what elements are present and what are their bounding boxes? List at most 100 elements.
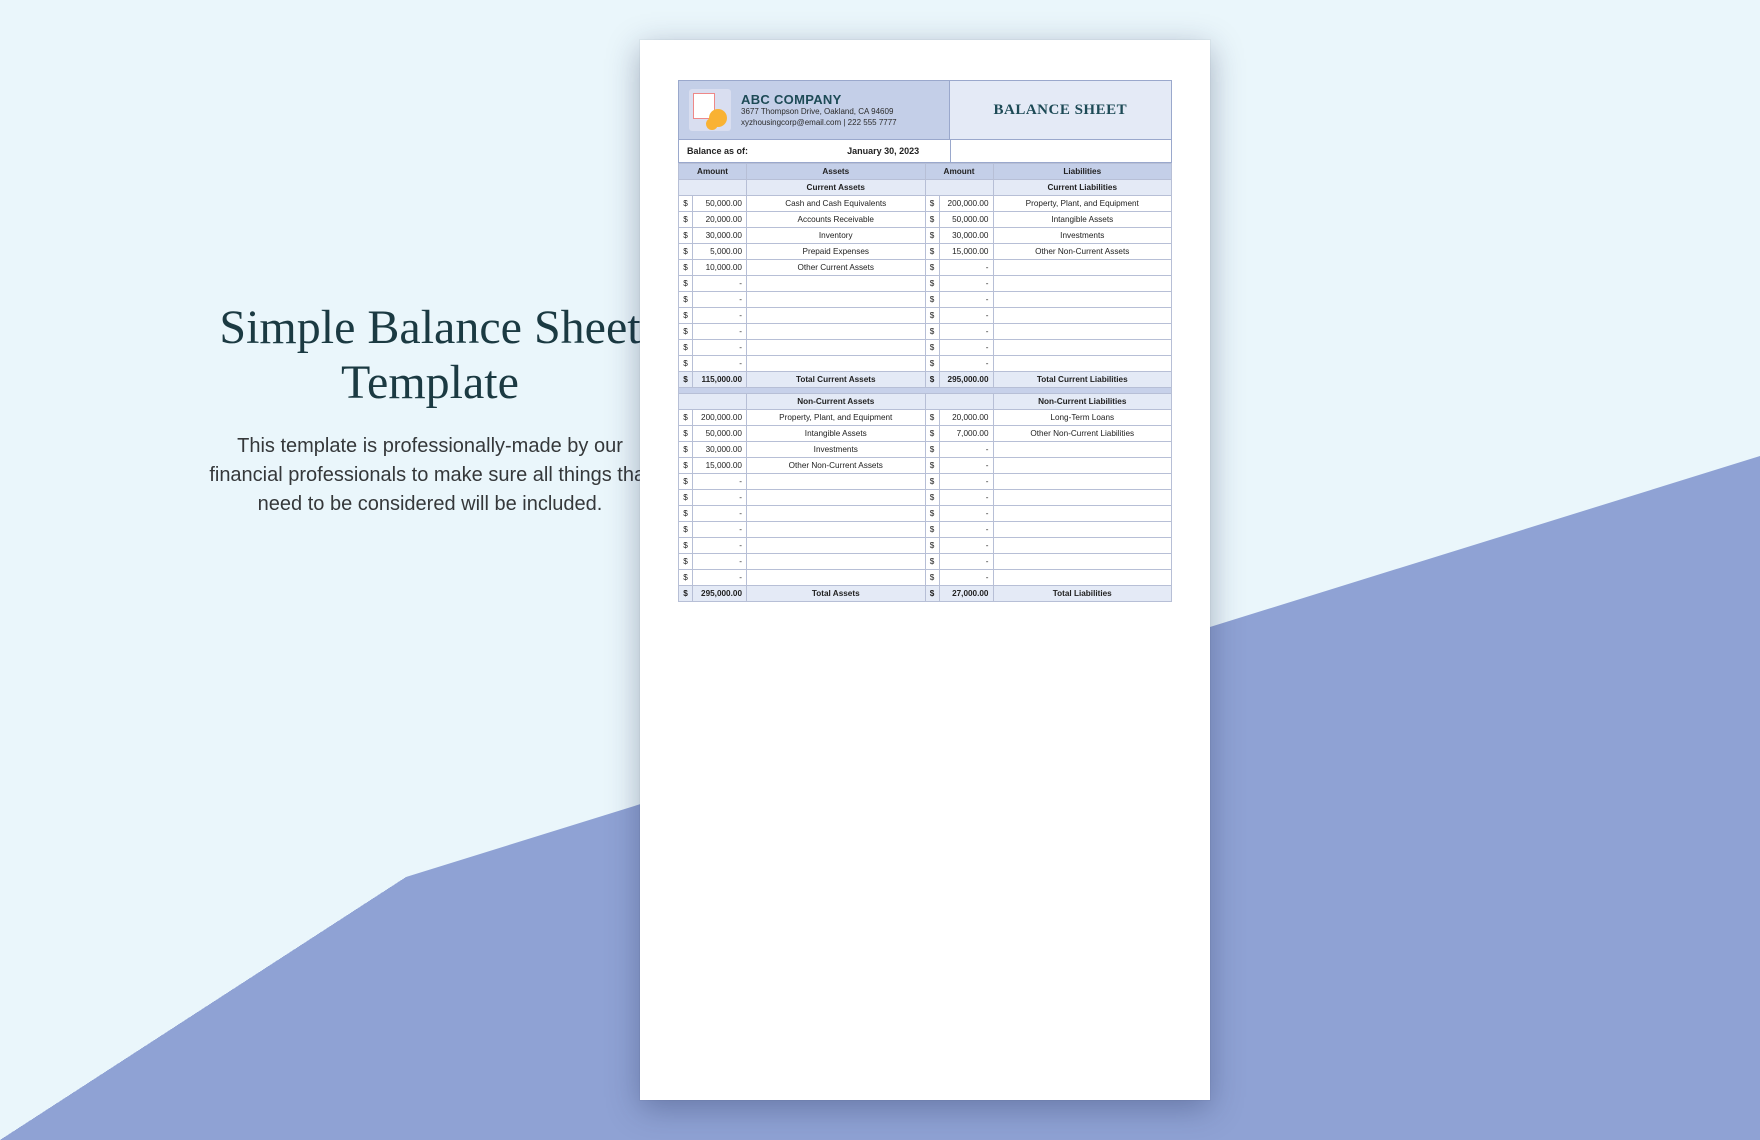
label-cell (993, 340, 1172, 356)
label-cell: Prepaid Expenses (747, 244, 926, 260)
currency-cell: $ (925, 570, 939, 586)
total-label: Total Assets (747, 586, 926, 602)
data-row: $-$- (679, 340, 1172, 356)
amount-cell: 7,000.00 (939, 426, 993, 442)
label-cell (747, 292, 926, 308)
amount-cell: 50,000.00 (939, 212, 993, 228)
subhead-right: Non-Current Liabilities (993, 394, 1172, 410)
label-cell (747, 308, 926, 324)
amount-cell: 5,000.00 (693, 244, 747, 260)
label-cell: Investments (993, 228, 1172, 244)
balance-asof-value: January 30, 2023 (817, 140, 950, 162)
hero-block: Simple Balance Sheet Template This templ… (205, 300, 655, 519)
label-cell (993, 324, 1172, 340)
amount-cell: 20,000.00 (939, 410, 993, 426)
label-cell (993, 522, 1172, 538)
currency-cell: $ (925, 474, 939, 490)
data-row: $20,000.00Accounts Receivable$50,000.00I… (679, 212, 1172, 228)
total-amount: 295,000.00 (939, 372, 993, 388)
label-cell: Other Non-Current Liabilities (993, 426, 1172, 442)
currency-cell: $ (679, 308, 693, 324)
currency-cell: $ (925, 340, 939, 356)
currency-cell: $ (679, 196, 693, 212)
data-row: $200,000.00Property, Plant, and Equipmen… (679, 410, 1172, 426)
total-label: Total Liabilities (993, 586, 1172, 602)
currency-cell: $ (925, 292, 939, 308)
currency-cell: $ (679, 292, 693, 308)
hero-title: Simple Balance Sheet Template (205, 300, 655, 410)
amount-cell: - (693, 276, 747, 292)
currency-cell: $ (925, 372, 939, 388)
currency-cell: $ (679, 586, 693, 602)
label-cell (993, 442, 1172, 458)
document-preview: ABC COMPANY 3677 Thompson Drive, Oakland… (640, 40, 1210, 1100)
currency-cell: $ (925, 538, 939, 554)
label-cell (747, 506, 926, 522)
currency-cell: $ (925, 228, 939, 244)
label-cell: Property, Plant, and Equipment (747, 410, 926, 426)
amount-cell: - (939, 522, 993, 538)
amount-cell: - (939, 356, 993, 372)
company-contact: xyzhousingcorp@email.com | 222 555 7777 (741, 118, 897, 128)
label-cell (747, 356, 926, 372)
currency-cell: $ (925, 506, 939, 522)
amount-cell: - (693, 324, 747, 340)
currency-cell: $ (679, 260, 693, 276)
currency-cell: $ (679, 506, 693, 522)
amount-cell: - (693, 292, 747, 308)
currency-cell: $ (679, 538, 693, 554)
data-row: $-$- (679, 506, 1172, 522)
currency-cell: $ (925, 442, 939, 458)
label-cell (993, 570, 1172, 586)
label-cell (993, 356, 1172, 372)
label-cell (993, 276, 1172, 292)
col-amount-left: Amount (679, 164, 747, 180)
amount-cell: - (939, 442, 993, 458)
currency-cell: $ (925, 324, 939, 340)
amount-cell: - (939, 340, 993, 356)
column-header-row: Amount Assets Amount Liabilities (679, 164, 1172, 180)
label-cell: Cash and Cash Equivalents (747, 196, 926, 212)
currency-cell: $ (925, 586, 939, 602)
col-amount-right: Amount (925, 164, 993, 180)
label-cell (993, 538, 1172, 554)
label-cell: Property, Plant, and Equipment (993, 196, 1172, 212)
amount-cell: - (939, 490, 993, 506)
currency-cell: $ (679, 522, 693, 538)
currency-cell: $ (679, 410, 693, 426)
col-assets: Assets (747, 164, 926, 180)
currency-cell: $ (679, 212, 693, 228)
data-row: $-$- (679, 570, 1172, 586)
data-row: $5,000.00Prepaid Expenses$15,000.00Other… (679, 244, 1172, 260)
data-row: $-$- (679, 276, 1172, 292)
currency-cell: $ (679, 426, 693, 442)
currency-cell: $ (679, 474, 693, 490)
currency-cell: $ (679, 442, 693, 458)
label-cell (747, 490, 926, 506)
amount-cell: 50,000.00 (693, 196, 747, 212)
currency-cell: $ (925, 458, 939, 474)
label-cell (747, 570, 926, 586)
company-logo-icon (689, 89, 731, 131)
data-row: $-$- (679, 490, 1172, 506)
amount-cell: - (693, 474, 747, 490)
label-cell (747, 474, 926, 490)
amount-cell: 200,000.00 (693, 410, 747, 426)
total-label: Total Current Assets (747, 372, 926, 388)
company-name: ABC COMPANY (741, 92, 897, 107)
data-row: $30,000.00Inventory$30,000.00Investments (679, 228, 1172, 244)
data-row: $15,000.00Other Non-Current Assets$- (679, 458, 1172, 474)
currency-cell: $ (925, 490, 939, 506)
currency-cell: $ (925, 356, 939, 372)
currency-cell: $ (925, 308, 939, 324)
amount-cell: - (693, 490, 747, 506)
total-amount: 115,000.00 (693, 372, 747, 388)
data-row: $-$- (679, 554, 1172, 570)
label-cell: Inventory (747, 228, 926, 244)
total-amount: 295,000.00 (693, 586, 747, 602)
amount-cell: - (939, 292, 993, 308)
currency-cell: $ (679, 458, 693, 474)
label-cell (747, 538, 926, 554)
total-row: $115,000.00Total Current Assets$295,000.… (679, 372, 1172, 388)
currency-cell: $ (925, 426, 939, 442)
